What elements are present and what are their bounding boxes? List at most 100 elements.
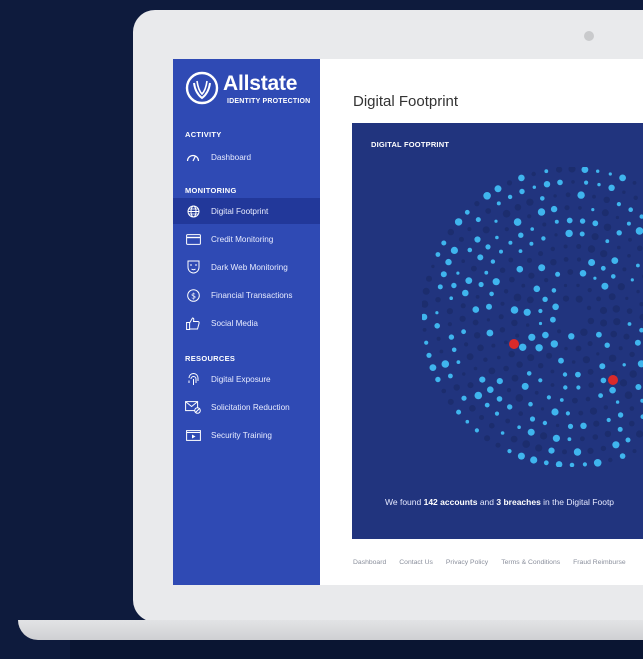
account-dot <box>576 244 582 249</box>
account-dot <box>626 308 633 314</box>
account-dot <box>478 281 484 288</box>
account-dot <box>603 405 608 410</box>
account-dot <box>592 434 599 440</box>
account-dot <box>601 282 609 290</box>
account-dot <box>578 410 584 416</box>
account-dot <box>587 317 595 325</box>
account-dot <box>550 316 556 323</box>
account-dot <box>572 397 578 404</box>
account-dot <box>507 194 513 200</box>
account-dot <box>534 390 539 395</box>
account-dot <box>588 382 594 388</box>
footer-link-terms[interactable]: Terms & Conditions <box>501 559 560 566</box>
account-dot <box>563 257 569 262</box>
account-dot <box>456 360 461 364</box>
sidebar-item-credit-monitoring[interactable]: Credit Monitoring <box>173 226 320 252</box>
account-dot <box>527 354 535 362</box>
account-dot <box>617 283 625 291</box>
account-dot <box>588 259 596 266</box>
account-dot <box>448 373 453 379</box>
account-dot <box>622 267 627 272</box>
account-dot <box>490 259 496 264</box>
account-dot <box>600 445 607 452</box>
account-dot <box>504 340 508 345</box>
account-dot <box>636 289 640 294</box>
account-dot <box>510 435 518 443</box>
account-dot <box>587 368 594 375</box>
account-dot <box>513 293 522 302</box>
breach-dot[interactable] <box>509 339 519 349</box>
account-dot <box>599 363 606 370</box>
account-dot <box>516 361 523 368</box>
sidebar: Allstate IDENTITY PROTECTION ACTIVITY Da… <box>173 59 320 585</box>
account-dot <box>544 169 549 174</box>
sidebar-item-social-media[interactable]: Social Media <box>173 310 320 336</box>
account-dot <box>472 306 480 313</box>
account-dot <box>611 274 616 279</box>
account-dot <box>441 360 450 368</box>
allstate-logo[interactable]: Allstate IDENTITY PROTECTION <box>185 71 311 111</box>
account-dot <box>517 425 521 430</box>
breach-dot[interactable] <box>608 375 618 385</box>
account-dot <box>475 295 480 299</box>
account-dot <box>482 226 490 234</box>
account-dot <box>540 407 545 411</box>
account-dot <box>632 181 637 185</box>
account-dot <box>462 289 469 297</box>
account-dot <box>550 340 558 348</box>
account-dot <box>445 258 452 266</box>
footer-link-privacy-policy[interactable]: Privacy Policy <box>446 559 488 566</box>
account-dot <box>622 190 626 194</box>
sidebar-item-dashboard[interactable]: Dashboard <box>173 144 320 170</box>
account-dot <box>625 296 629 300</box>
account-dot <box>507 449 512 454</box>
account-dot <box>447 322 452 327</box>
account-dot <box>529 241 534 246</box>
video-icon <box>185 428 201 442</box>
account-dot <box>496 378 503 385</box>
account-dot <box>508 240 513 245</box>
account-dot <box>528 272 535 279</box>
account-dot <box>461 259 465 263</box>
account-dot <box>535 344 543 352</box>
account-dot <box>636 430 643 438</box>
account-dot <box>505 418 511 424</box>
account-dot <box>424 340 429 345</box>
account-dot <box>571 360 576 364</box>
mail-blocked-icon <box>185 400 201 414</box>
sidebar-item-label: Digital Footprint <box>211 206 269 216</box>
sidebar-item-digital-exposure[interactable]: Digital Exposure <box>173 366 320 392</box>
account-dot <box>613 318 621 326</box>
account-dot <box>529 416 536 422</box>
sidebar-item-security-training[interactable]: Security Training <box>173 422 320 448</box>
footprint-dot-sphere[interactable] <box>422 167 643 467</box>
account-dot <box>474 201 480 207</box>
account-dot <box>615 215 619 220</box>
sidebar-item-digital-footprint[interactable]: Digital Footprint <box>173 198 320 224</box>
account-dot <box>575 371 581 378</box>
account-dot <box>472 319 479 326</box>
account-dot <box>467 247 473 253</box>
account-dot <box>629 406 635 411</box>
account-dot <box>489 422 495 429</box>
footer-link-fraud-reimbursement[interactable]: Fraud Reimburse <box>573 559 626 566</box>
account-dot <box>578 206 582 210</box>
sidebar-item-dark-web-monitoring[interactable]: Dark Web Monitoring <box>173 254 320 280</box>
account-dot <box>619 174 626 182</box>
account-dot <box>460 303 466 309</box>
sidebar-item-solicitation-reduction[interactable]: Solicitation Reduction <box>173 394 320 420</box>
account-dot <box>479 415 485 420</box>
account-dot <box>550 246 555 252</box>
footer-link-contact-us[interactable]: Contact Us <box>399 559 433 566</box>
account-dot <box>597 182 601 187</box>
account-dot <box>466 353 474 361</box>
sidebar-item-financial-transactions[interactable]: $ Financial Transactions <box>173 282 320 308</box>
account-dot <box>467 382 474 389</box>
account-dot <box>483 192 491 200</box>
account-dot <box>608 184 615 191</box>
footer-link-dashboard[interactable]: Dashboard <box>353 559 386 566</box>
account-dot <box>596 169 600 173</box>
account-dot <box>606 417 611 423</box>
account-dot <box>440 271 447 278</box>
account-dot <box>543 460 549 466</box>
